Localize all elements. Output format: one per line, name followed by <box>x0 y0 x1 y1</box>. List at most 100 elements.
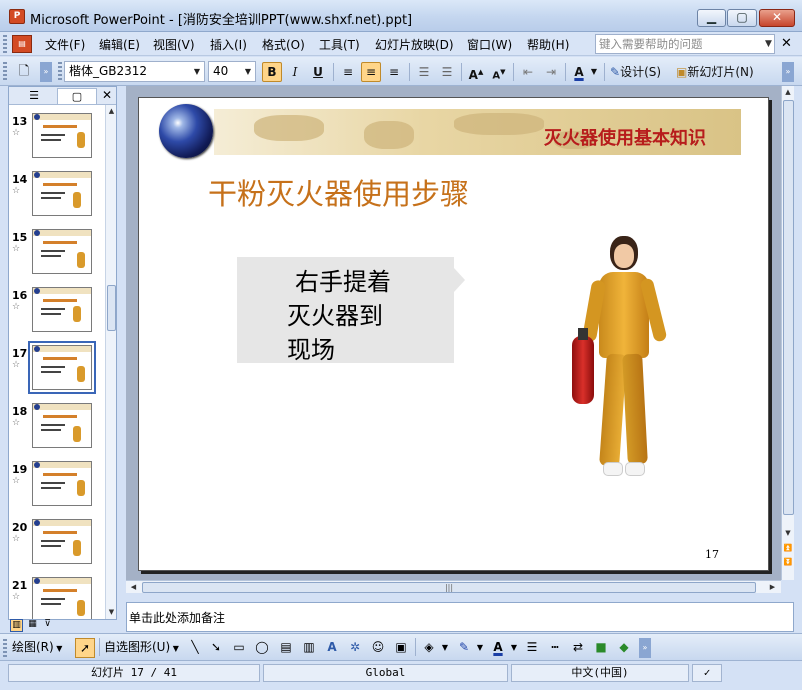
menu-window[interactable]: 窗口(W) <box>467 36 512 53</box>
spelling-check-icon[interactable]: ✓ <box>692 664 722 682</box>
slide-vertical-scrollbar[interactable]: ▲ ▼ ⏫ ⏬ <box>781 86 794 580</box>
scrollbar-thumb[interactable] <box>107 285 116 331</box>
slide-thumbnail[interactable] <box>28 341 96 394</box>
bullets-icon[interactable]: ☰ <box>437 62 457 82</box>
callout-text-line[interactable]: 右手提着 <box>295 262 391 297</box>
menu-insert[interactable]: 插入(I) <box>210 36 247 53</box>
scroll-up-icon[interactable]: ▲ <box>782 86 794 98</box>
scroll-right-icon[interactable]: ▶ <box>767 581 778 593</box>
notes-placeholder[interactable]: 单击此处添加备注 <box>129 609 225 626</box>
slide-canvas[interactable]: 灭火器使用基本知识 干粉灭火器使用步骤 右手提着 灭火器到 现场 17 <box>138 97 769 571</box>
toolbar-grip[interactable] <box>3 62 7 82</box>
slide-sorter-view-icon[interactable]: ▦ <box>26 619 39 632</box>
align-left-icon[interactable]: ≡ <box>338 62 358 82</box>
notes-pane[interactable]: 单击此处添加备注 <box>126 602 794 632</box>
increase-font-icon[interactable]: A▲ <box>466 62 486 82</box>
normal-view-icon[interactable]: ▥ <box>10 619 23 632</box>
arrow-style-icon[interactable]: ⇄ <box>569 638 587 658</box>
slide-thumbnail[interactable] <box>32 287 92 332</box>
menu-format[interactable]: 格式(O) <box>262 36 305 53</box>
slide-thumbnail[interactable] <box>32 461 92 506</box>
align-right-icon[interactable]: ≡ <box>384 62 404 82</box>
outline-tab-icon[interactable]: ☰ <box>13 88 55 104</box>
drawbar-overflow-icon[interactable]: » <box>639 638 651 658</box>
slide-thumbnail[interactable] <box>32 113 92 158</box>
callout-text-line[interactable]: 灭火器到 <box>287 296 383 331</box>
scroll-up-icon[interactable]: ▲ <box>106 105 117 117</box>
arrow-tool-icon[interactable]: ➘ <box>207 638 225 658</box>
help-search-dropdown-icon[interactable]: ▼ <box>762 34 775 54</box>
menu-slideshow[interactable]: 幻灯片放映(D) <box>375 36 454 53</box>
slide-thumbnail[interactable] <box>32 519 92 564</box>
drawbar-grip[interactable] <box>3 639 7 657</box>
insert-picture-icon[interactable]: ▣ <box>392 638 410 658</box>
minimize-button[interactable]: ▁ <box>697 9 726 27</box>
callout-text-line[interactable]: 现场 <box>287 330 335 365</box>
close-button[interactable]: ✕ <box>759 9 795 27</box>
menu-tools[interactable]: 工具(T) <box>319 36 360 53</box>
clip-art-icon[interactable]: ☺ <box>369 638 387 658</box>
powerpoint-app-icon[interactable]: P <box>9 9 25 24</box>
previous-slide-icon[interactable]: ⏫ <box>782 542 794 554</box>
draw-menu-button[interactable]: 绘图(R) ▼ <box>12 638 72 658</box>
font-size-combo[interactable]: 40 ▼ <box>208 61 256 82</box>
woman-with-extinguisher-image[interactable] <box>569 236 689 491</box>
font-name-combo[interactable]: 楷体_GB2312 ▼ <box>64 61 205 82</box>
decrease-indent-icon[interactable]: ⇤ <box>518 62 538 82</box>
textbox-tool-icon[interactable]: ▤ <box>277 638 295 658</box>
new-document-icon[interactable]: 🗋 <box>12 62 36 82</box>
toolbar-overflow-icon[interactable]: » <box>782 62 794 82</box>
line-tool-icon[interactable]: ╲ <box>186 638 204 658</box>
draw-font-color-icon[interactable]: A <box>489 638 507 658</box>
document-icon[interactable]: ▤ <box>12 35 32 53</box>
banner-title[interactable]: 灭火器使用基本知识 <box>544 124 706 150</box>
design-button[interactable]: ✎设计(S) <box>609 62 671 82</box>
fill-color-dropdown-icon[interactable]: ▼ <box>440 638 450 658</box>
italic-button[interactable]: I <box>285 62 305 82</box>
slides-pane-scrollbar[interactable]: ▲ ▼ <box>105 105 116 619</box>
slideshow-view-icon[interactable]: ⊽ <box>41 619 54 632</box>
slide-thumbnail[interactable] <box>32 171 92 216</box>
slide-thumbnail[interactable] <box>32 403 92 448</box>
scroll-left-icon[interactable]: ◀ <box>128 581 139 593</box>
line-style-icon[interactable]: ☰ <box>523 638 541 658</box>
underline-button[interactable]: U <box>308 62 328 82</box>
font-name-dropdown-icon[interactable]: ▼ <box>190 62 204 81</box>
scroll-down-icon[interactable]: ▼ <box>782 527 794 539</box>
3d-style-icon[interactable]: ◆ <box>615 638 633 658</box>
line-color-icon[interactable]: ✎ <box>455 638 473 658</box>
menu-edit[interactable]: 编辑(E) <box>99 36 140 53</box>
diagram-icon[interactable]: ✲ <box>346 638 364 658</box>
new-slide-button[interactable]: ▣新幻灯片(N) <box>675 62 765 82</box>
help-search-input[interactable]: 键入需要帮助的问题 <box>595 34 775 54</box>
slide-horizontal-scrollbar[interactable]: ◀ ||| ▶ <box>126 580 781 593</box>
maximize-button[interactable]: ▢ <box>727 9 757 27</box>
menu-view[interactable]: 视图(V) <box>153 36 195 53</box>
vertical-textbox-icon[interactable]: ▥ <box>300 638 318 658</box>
autoshapes-button[interactable]: 自选图形(U) ▼ <box>104 638 182 658</box>
select-objects-icon[interactable]: ➚ <box>75 638 95 658</box>
align-center-icon[interactable]: ≡ <box>361 62 381 82</box>
font-color-icon[interactable]: A <box>570 62 588 82</box>
slides-tab-icon[interactable]: ▢ <box>57 88 97 104</box>
bold-button[interactable]: B <box>262 62 282 82</box>
draw-font-color-dropdown-icon[interactable]: ▼ <box>509 638 519 658</box>
oval-tool-icon[interactable]: ◯ <box>253 638 271 658</box>
fill-color-icon[interactable]: ◈ <box>420 638 438 658</box>
toolbar-options-icon[interactable]: » <box>40 62 52 82</box>
close-document-icon[interactable]: ✕ <box>781 36 792 51</box>
slide-thumbnail[interactable] <box>32 229 92 274</box>
shadow-style-icon[interactable]: ■ <box>592 638 610 658</box>
scrollbar-thumb[interactable] <box>783 100 794 515</box>
font-color-dropdown-icon[interactable]: ▼ <box>589 62 599 82</box>
dash-style-icon[interactable]: ┅ <box>546 638 564 658</box>
wordart-icon[interactable]: A <box>323 638 341 658</box>
toolbar-grip-2[interactable] <box>58 62 62 82</box>
scroll-down-icon[interactable]: ▼ <box>106 606 117 618</box>
slide-thumbnail[interactable] <box>32 577 92 619</box>
slide-title[interactable]: 干粉灭火器使用步骤 <box>208 171 469 213</box>
decrease-font-icon[interactable]: A▼ <box>489 62 509 82</box>
next-slide-icon[interactable]: ⏬ <box>782 556 794 568</box>
scrollbar-thumb[interactable]: ||| <box>142 582 756 593</box>
rectangle-tool-icon[interactable]: ▭ <box>230 638 248 658</box>
